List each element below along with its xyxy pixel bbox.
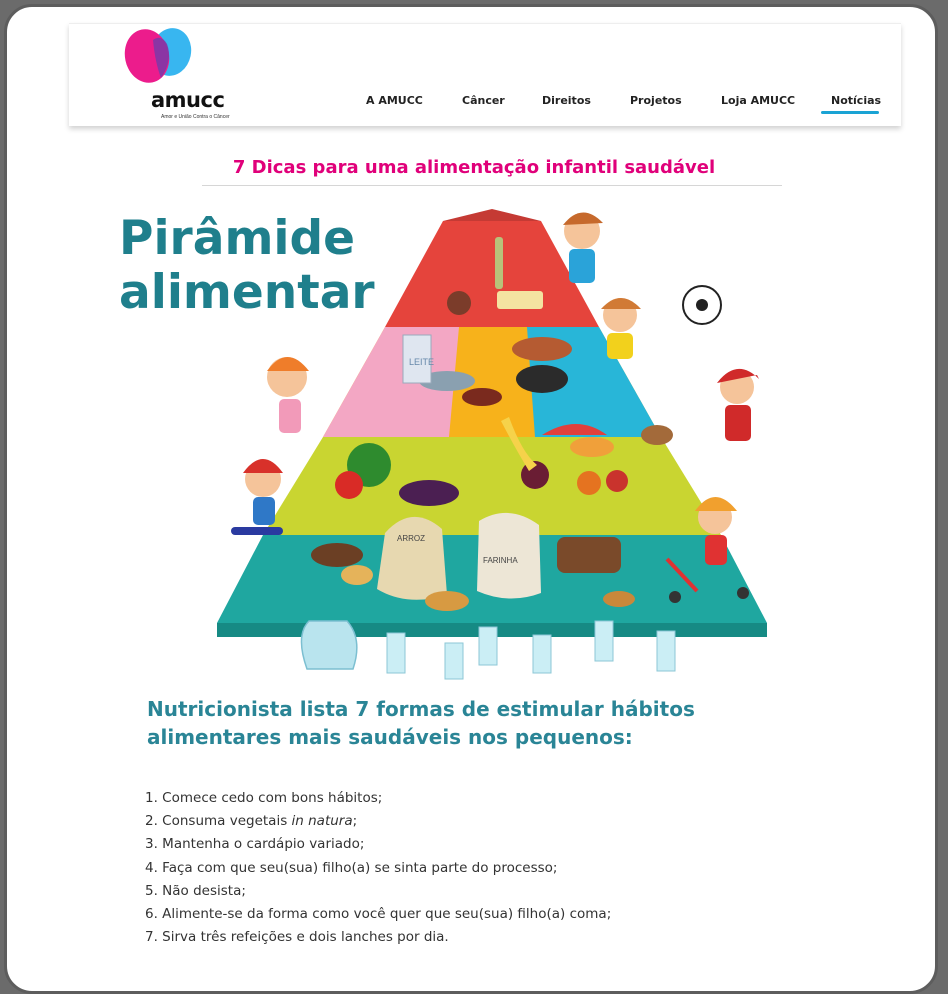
hero-title: Pirâmide alimentar <box>119 212 375 320</box>
article-title: 7 Dicas para uma alimentação infantil sa… <box>232 157 716 178</box>
tip-item: 1. Comece cedo com bons hábitos; <box>145 790 383 806</box>
nav-cancer[interactable]: Câncer <box>462 94 505 107</box>
tip-2-text: 2. Consuma vegetais <box>145 813 292 830</box>
article-subheading: Nutricionista lista 7 formas de estimula… <box>147 697 695 749</box>
nav-loja-amucc[interactable]: Loja AMUCC <box>721 94 795 107</box>
hero-title-line1: Pirâmide <box>119 211 356 266</box>
logo-tagline: Amor e União Contra o Câncer <box>161 114 230 120</box>
nav-active-indicator <box>821 111 879 114</box>
tip-item: 3. Mantenha o cardápio variado; <box>145 836 365 853</box>
nav-a-amucc[interactable]: A AMUCC <box>366 94 423 107</box>
tip-item: 5. Não desista; <box>145 882 246 899</box>
nav-noticias[interactable]: Notícias <box>831 94 881 107</box>
amucc-logo[interactable]: amucc Amor e União Contra o Câncer <box>109 26 230 124</box>
flour-sack-label: FARINHA <box>483 556 518 565</box>
tips-list: 1. Comece cedo com bons hábitos; 2. Cons… <box>145 787 845 949</box>
nav-projetos[interactable]: Projetos <box>630 94 682 107</box>
title-divider <box>202 185 782 186</box>
tip-item: 4. Faça com que seu(sua) filho(a) se sin… <box>145 859 558 876</box>
tip-2-italic: in natura <box>291 813 353 830</box>
tip-item: 6. Alimente-se da forma como você quer q… <box>145 905 612 922</box>
site-header: amucc Amor e União Contra o Câncer A AMU… <box>69 23 901 126</box>
milk-carton-label: LEITE <box>409 357 434 367</box>
heart-logo-icon <box>124 28 192 83</box>
hero-title-line2: alimentar <box>119 265 375 320</box>
nav-direitos[interactable]: Direitos <box>542 94 591 107</box>
browser-frame: amucc Amor e União Contra o Câncer A AMU… <box>4 4 938 994</box>
tip-2-end: ; <box>352 813 358 830</box>
tip-item: 7. Sirva três refeições e dois lanches p… <box>145 929 449 946</box>
tip-item: 2. Consuma vegetais in natura; <box>145 810 845 833</box>
rice-sack-label: ARROZ <box>397 534 425 543</box>
logo-wordmark: amucc <box>151 88 225 112</box>
